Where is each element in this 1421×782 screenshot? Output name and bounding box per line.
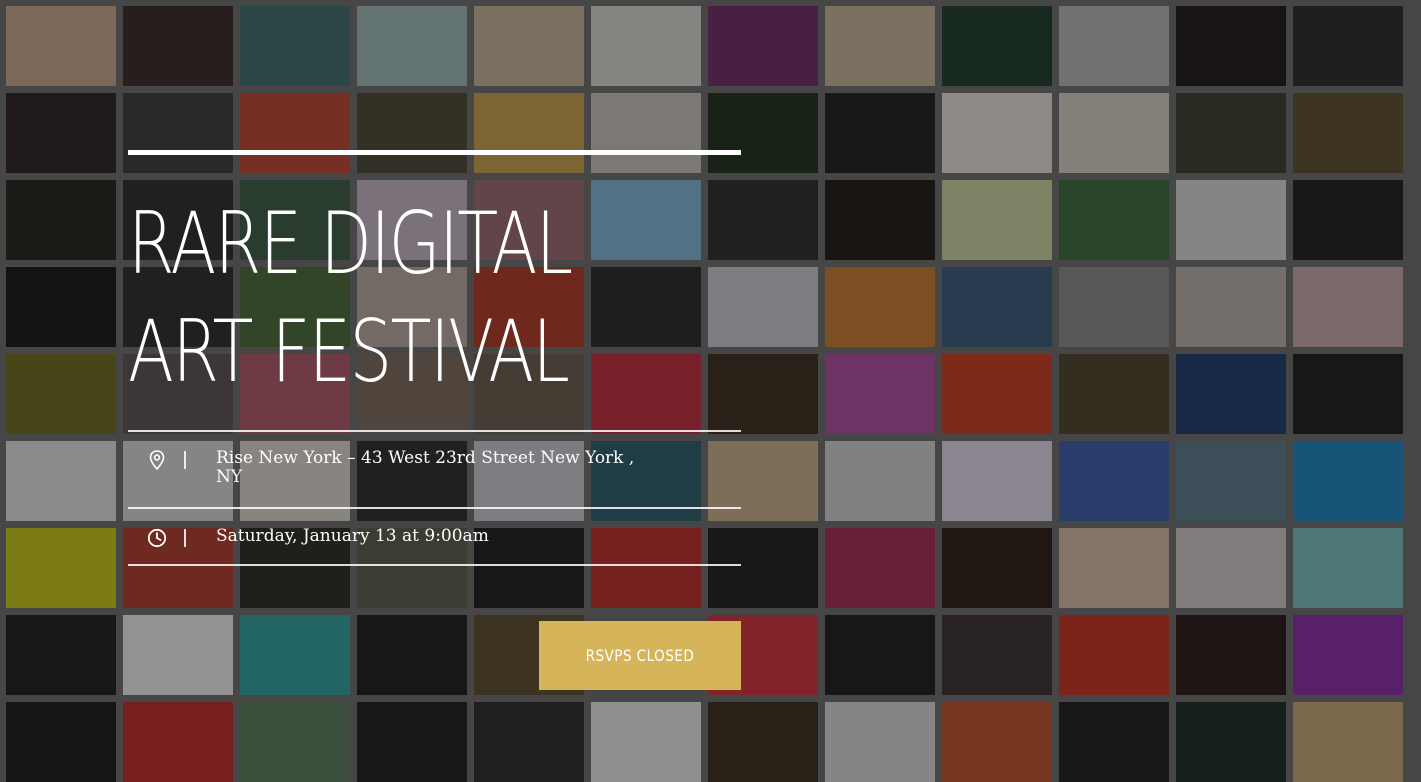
divider [128,507,741,509]
divider [128,564,741,566]
event-title-line-1: RARE DIGITAL [128,194,573,294]
event-datetime: Saturday, January 13 at 9:00am [216,526,489,546]
rsvp-closed-button[interactable]: RSVPS CLOSED [539,621,741,690]
event-location-row: Rise New York – 43 West 23rd Street New … [128,449,741,487]
event-title-line-2: ART FESTIVAL [128,302,570,402]
event-title: RARE DIGITAL ART FESTIVAL [128,190,573,406]
datetime-separator [184,529,186,547]
divider [128,430,741,432]
rsvp-button-label: RSVPS CLOSED [585,646,695,665]
location-pin-icon [142,449,172,471]
clock-icon [142,527,172,549]
event-location: Rise New York – 43 West 23rd Street New … [216,448,635,487]
title-top-rule [128,150,741,155]
location-separator [184,451,186,469]
event-datetime-row: Saturday, January 13 at 9:00am [128,527,741,549]
